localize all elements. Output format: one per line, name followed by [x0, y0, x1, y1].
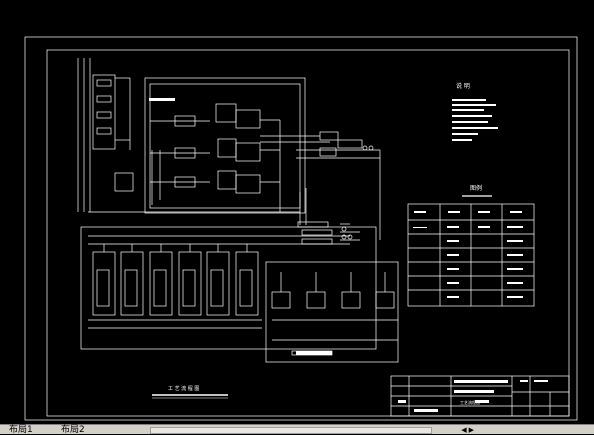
legend-title: 图例 [470, 184, 482, 192]
cad-drawing: 说 明 图例 工 艺 流 程 图 工艺流程图 [24, 36, 578, 421]
outer-border [24, 36, 578, 421]
diagram-title: 工 艺 流 程 图 [168, 385, 199, 392]
notes-title: 说 明 [456, 82, 470, 90]
unit-row-left [88, 244, 262, 329]
header-lines [260, 131, 381, 240]
title-block-name: 工艺流程图 [460, 399, 480, 405]
label-glyphs [149, 98, 548, 412]
riser-pipes [77, 58, 300, 213]
unit-row-right [265, 261, 399, 363]
drawing-canvas[interactable]: 说 明 图例 工 艺 流 程 图 工艺流程图 [0, 0, 594, 426]
